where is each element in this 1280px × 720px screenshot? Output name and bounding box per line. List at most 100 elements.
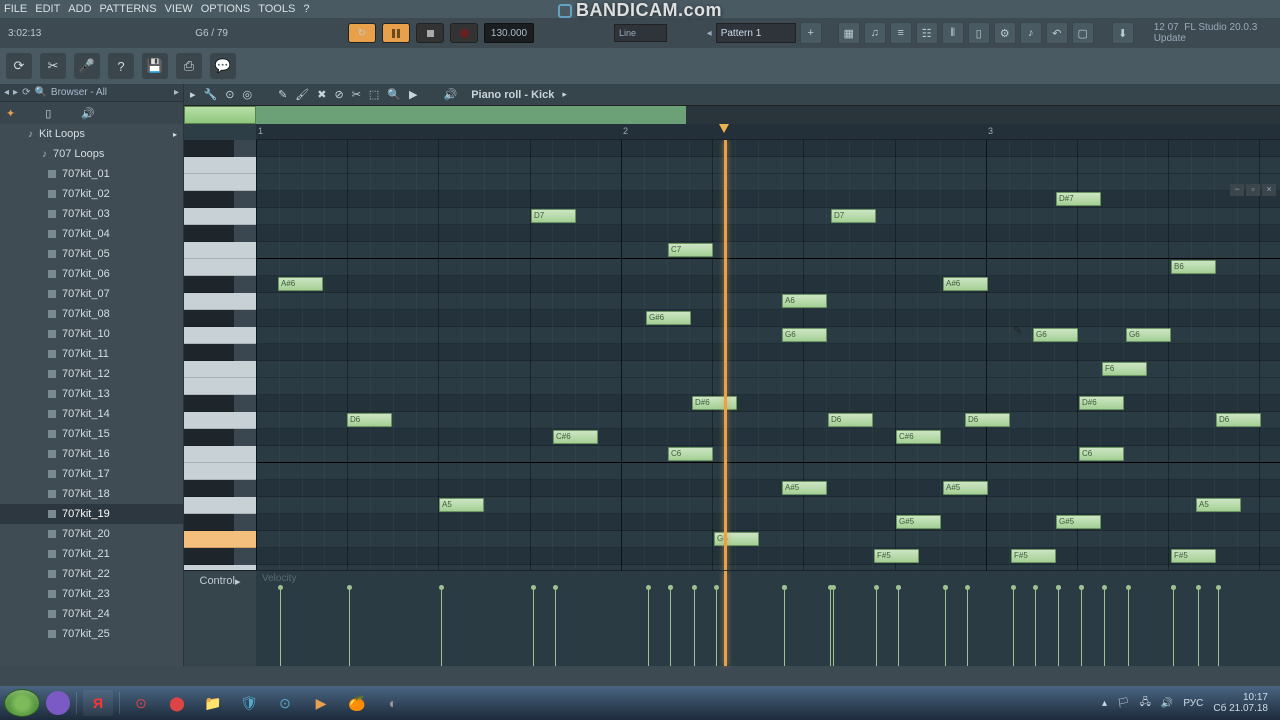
browser-item[interactable]: 707kit_23 (0, 584, 183, 604)
browser-item[interactable]: 707kit_11 (0, 344, 183, 364)
velocity-area[interactable]: Velocity (256, 571, 1280, 666)
note[interactable]: A#6 (943, 277, 988, 291)
tray-lang[interactable]: РУС (1183, 698, 1203, 709)
menu-patterns[interactable]: PATTERNS (100, 3, 157, 15)
note[interactable]: G#5 (896, 515, 941, 529)
browser-item[interactable]: 707kit_22 (0, 564, 183, 584)
note[interactable]: D6 (1216, 413, 1261, 427)
browser-item[interactable]: 707kit_20 (0, 524, 183, 544)
minimize-button[interactable]: − (1230, 184, 1244, 196)
note[interactable]: G6 (782, 328, 827, 342)
tab-copy[interactable]: ▯ (45, 107, 51, 120)
maximize-button[interactable]: ▫ (1246, 184, 1260, 196)
note[interactable]: D#7 (1056, 192, 1101, 206)
mixer-button2[interactable]: ⦀ (942, 22, 964, 44)
tray-up-icon[interactable]: ▴ (1102, 698, 1107, 709)
browser-item[interactable]: 707kit_13 (0, 384, 183, 404)
pattern-add[interactable]: + (800, 22, 822, 44)
tab-add[interactable]: ✦ (6, 107, 15, 120)
note[interactable]: D7 (531, 209, 576, 223)
search-icon[interactable]: 🔍 (34, 87, 46, 98)
browser-item[interactable]: 707kit_24 (0, 604, 183, 624)
menu-tools[interactable]: TOOLS (258, 3, 295, 15)
stop-button[interactable] (416, 23, 444, 43)
sync-icon[interactable]: ⟳ (6, 53, 32, 79)
task-yandex-browser[interactable]: ⊙ (126, 690, 156, 716)
note[interactable]: A#5 (943, 481, 988, 495)
note[interactable]: D6 (965, 413, 1010, 427)
pr-slice-tool[interactable]: ✂ (352, 88, 361, 101)
close-button[interactable]: × (1262, 184, 1276, 196)
pr-delete-tool[interactable]: ✖ (317, 88, 326, 101)
mic-icon[interactable]: 🎤 (74, 53, 100, 79)
save-icon[interactable]: 💾 (142, 53, 168, 79)
tray-time[interactable]: 10:17 (1213, 692, 1268, 703)
channel-rack-button[interactable]: ≡ (890, 22, 912, 44)
menu-edit[interactable]: EDIT (35, 3, 60, 15)
note[interactable]: D6 (828, 413, 873, 427)
pr-target-icon[interactable]: ◎ (242, 88, 252, 101)
note[interactable]: G6 (1126, 328, 1171, 342)
note[interactable]: A#6 (278, 277, 323, 291)
start-button[interactable] (4, 689, 40, 717)
pr-draw-tool[interactable]: ✎ (278, 88, 287, 101)
task-cortana[interactable] (46, 691, 70, 715)
browser-item[interactable]: 707kit_01 (0, 164, 183, 184)
note[interactable]: F6 (1102, 362, 1147, 376)
note[interactable]: D#6 (1079, 396, 1124, 410)
help-icon[interactable]: ? (108, 53, 134, 79)
snap-select[interactable]: Line (614, 24, 667, 42)
browser-item[interactable]: 707kit_02 (0, 184, 183, 204)
browser-item[interactable]: 707kit_21 (0, 544, 183, 564)
pause-button[interactable] (382, 23, 410, 43)
note[interactable]: D7 (831, 209, 876, 223)
note[interactable]: D#6 (692, 396, 737, 410)
view-button[interactable]: ▢ (1072, 22, 1094, 44)
note[interactable]: C6 (668, 447, 713, 461)
timeline-ruler[interactable]: 123 (256, 124, 1280, 140)
note[interactable]: C6 (1079, 447, 1124, 461)
pr-play-tool[interactable]: ▶ (409, 88, 417, 101)
browser-item[interactable]: 707kit_07 (0, 284, 183, 304)
tab-audio[interactable]: 🔊 (81, 107, 95, 120)
browser-item[interactable]: 707kit_03 (0, 204, 183, 224)
plugin-button[interactable]: ⚙ (994, 22, 1016, 44)
pr-menu[interactable]: ▸ (190, 88, 196, 101)
tempo-field[interactable]: 130.000 (484, 23, 534, 43)
browser-item[interactable]: 707kit_17 (0, 464, 183, 484)
browser-item[interactable]: 707kit_06 (0, 264, 183, 284)
render-icon[interactable]: ⎙ (176, 53, 202, 79)
info-icon[interactable]: 💬 (210, 53, 236, 79)
task-explorer[interactable]: 📁 (198, 690, 228, 716)
undo-history[interactable]: ↶ (1046, 22, 1068, 44)
task-shield[interactable]: 🛡 (234, 690, 264, 716)
pr-audio-icon[interactable]: 🔊 (443, 88, 457, 101)
browser-item[interactable]: 707kit_04 (0, 224, 183, 244)
task-generic[interactable]: ◐ (378, 690, 408, 716)
tray-net-icon[interactable]: 🖧 (1140, 695, 1151, 712)
tempo-tapper[interactable]: ♪ (1020, 22, 1042, 44)
browser-button[interactable]: ▯ (968, 22, 990, 44)
browser-item[interactable]: 707kit_15 (0, 424, 183, 444)
tray-flag-icon[interactable]: 🏳 (1117, 698, 1130, 709)
note[interactable]: G6 (1033, 328, 1078, 342)
pr-paint-tool[interactable]: 🖌 (295, 88, 309, 101)
menu-?[interactable]: ? (303, 3, 309, 15)
note[interactable]: B6 (1171, 260, 1216, 274)
note[interactable]: F#5 (1011, 549, 1056, 563)
pattern-select[interactable]: Pattern 1 (716, 23, 796, 43)
browser-folder[interactable]: ♪Kit Loops▸ (0, 124, 183, 144)
menu-add[interactable]: ADD (68, 3, 91, 15)
menu-view[interactable]: VIEW (165, 3, 193, 15)
menu-file[interactable]: FILE (4, 3, 27, 15)
note[interactable]: C7 (668, 243, 713, 257)
browser-item[interactable]: 707kit_10 (0, 324, 183, 344)
pr-stamp-icon[interactable]: ⊙ (225, 88, 234, 101)
expand-icon[interactable]: ▸ (13, 87, 18, 98)
tray-vol-icon[interactable]: 🔊 (1161, 698, 1173, 709)
note[interactable]: G5 (714, 532, 759, 546)
browser-item[interactable]: 707kit_19 (0, 504, 183, 524)
task-chrome[interactable]: ⊙ (270, 690, 300, 716)
pr-wrench-icon[interactable]: 🔧 (204, 88, 218, 101)
note-grid[interactable]: ✎ D7D7D#7C7B6A#6A#6A6G#6G6G6G6F6D#6D#6D6… (256, 140, 1280, 570)
